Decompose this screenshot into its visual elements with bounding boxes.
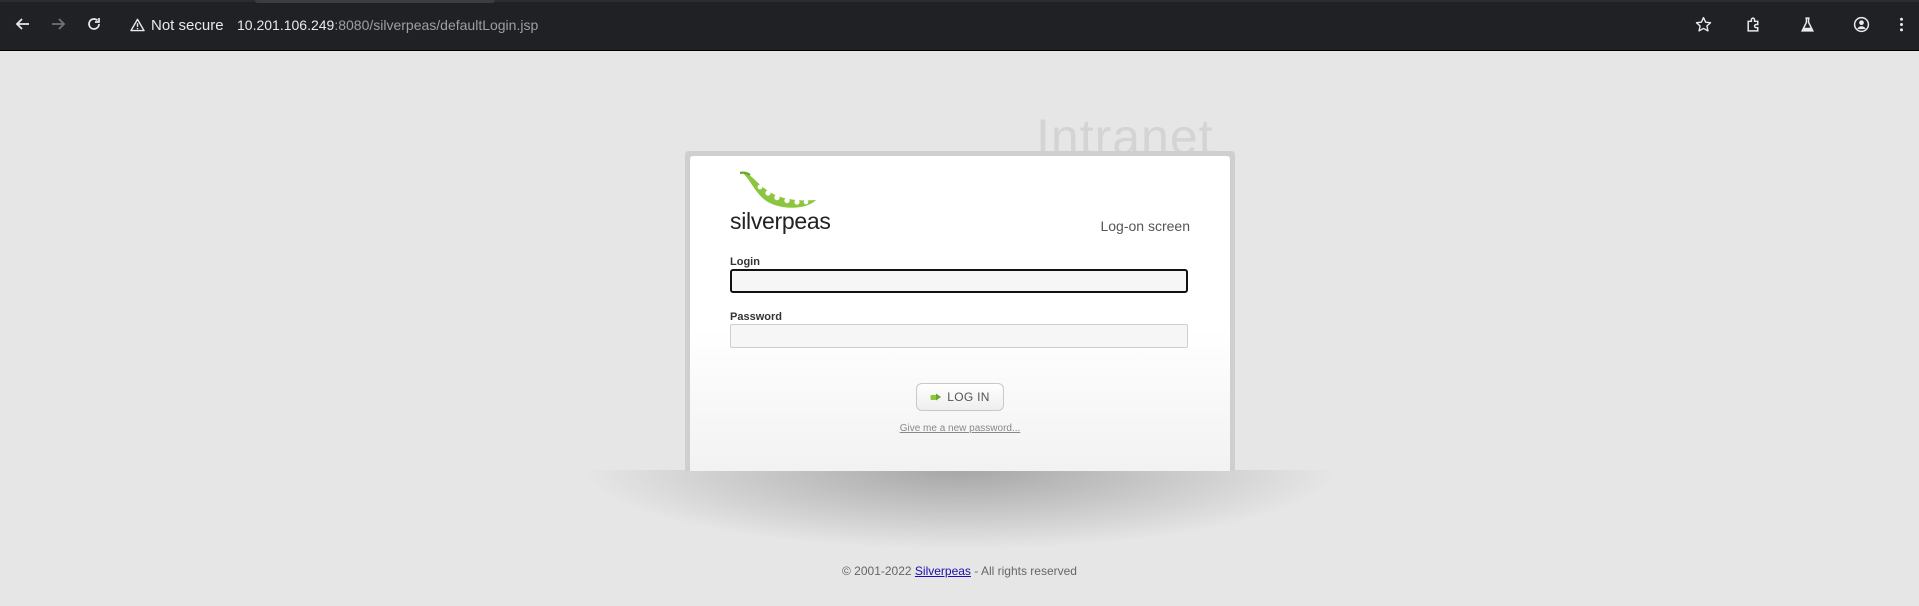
profile-icon xyxy=(1853,16,1869,32)
bookmark-star-icon xyxy=(1695,16,1711,32)
url-text[interactable]: 10.201.106.249:8080/silverpeas/defaultLo… xyxy=(237,9,538,41)
url-host: 10.201.106.249 xyxy=(237,17,335,33)
extensions-icon xyxy=(1746,16,1758,32)
url-path: :8080/silverpeas/defaultLogin.jsp xyxy=(334,17,539,33)
panel-shadow xyxy=(580,470,1340,550)
forward-button[interactable] xyxy=(45,11,71,37)
browser-toolbar: Not secure 10.201.106.249:8080/silverpea… xyxy=(0,0,1919,51)
back-button[interactable] xyxy=(10,11,36,37)
not-secure-label: Not secure xyxy=(151,16,224,34)
warning-icon xyxy=(130,18,145,32)
footer-rights: - All rights reserved xyxy=(970,564,1077,578)
password-input[interactable] xyxy=(730,324,1188,348)
logon-screen-title: Log-on screen xyxy=(1100,218,1190,234)
site-info-chip[interactable]: Not secure xyxy=(130,9,224,41)
forward-icon xyxy=(52,18,66,30)
login-button-label: LOG IN xyxy=(947,390,990,404)
menu-icon xyxy=(1899,17,1903,31)
password-label: Password xyxy=(730,311,782,323)
login-button[interactable]: LOG IN xyxy=(916,383,1004,411)
reload-button[interactable] xyxy=(81,11,107,37)
labs-icon xyxy=(1800,16,1814,32)
login-label: Login xyxy=(730,256,760,268)
logo-wordmark: silverpeas xyxy=(730,208,831,234)
footer-copyright: © 2001-2022 xyxy=(842,564,915,578)
labs-button[interactable] xyxy=(1794,11,1820,37)
tab-edge[interactable] xyxy=(255,0,495,3)
bookmark-button[interactable] xyxy=(1690,11,1716,37)
tab-strip xyxy=(0,0,1919,3)
new-password-link[interactable]: Give me a new password... xyxy=(690,423,1230,434)
back-icon xyxy=(15,18,29,30)
profile-button[interactable] xyxy=(1848,11,1874,37)
extensions-button[interactable] xyxy=(1740,11,1766,37)
login-input[interactable] xyxy=(730,269,1188,293)
silverpeas-link[interactable]: Silverpeas xyxy=(915,564,971,578)
login-panel: silverpeas Log-on screen Login Password … xyxy=(690,156,1230,471)
login-arrow-icon xyxy=(930,393,942,401)
reload-icon xyxy=(88,18,100,30)
browser-menu-button[interactable] xyxy=(1888,11,1914,37)
footer: © 2001-2022 Silverpeas - All rights rese… xyxy=(0,564,1919,578)
